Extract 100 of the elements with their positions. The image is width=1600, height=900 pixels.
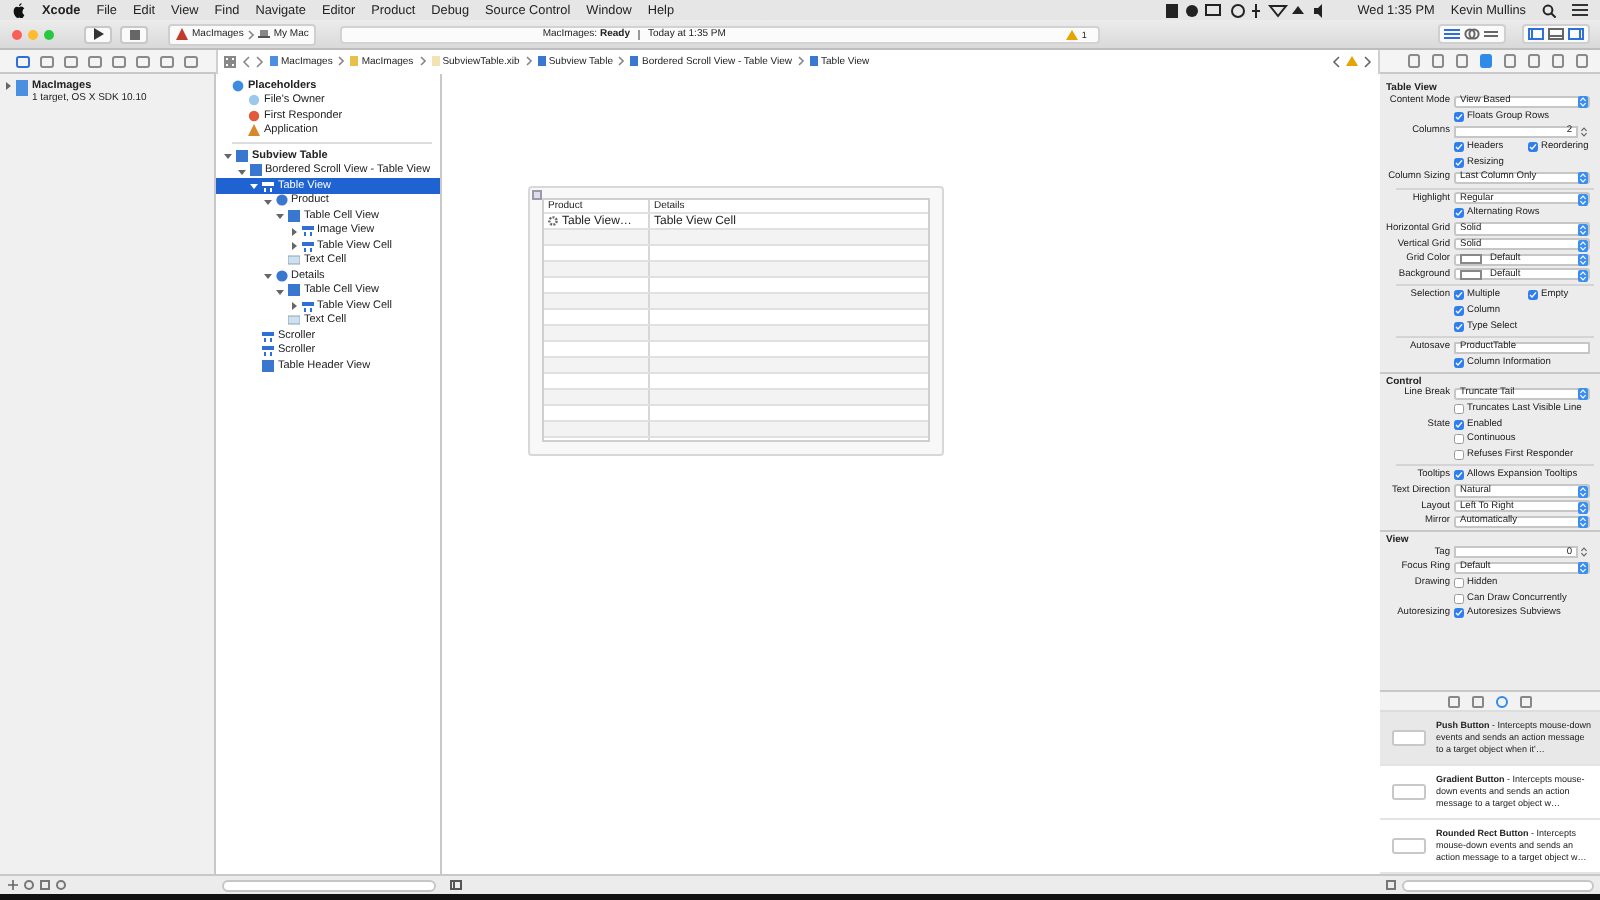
view-icon xyxy=(262,359,274,372)
responder-icon xyxy=(248,109,260,122)
checkbox-icon[interactable] xyxy=(1454,142,1464,153)
inspector-tab-icon[interactable] xyxy=(1552,54,1564,68)
clock-icon[interactable] xyxy=(24,880,34,890)
inspector-tab-icon[interactable] xyxy=(1480,54,1492,68)
checkbox-icon[interactable] xyxy=(1454,111,1464,122)
run-button[interactable] xyxy=(84,25,112,43)
checkbox-icon[interactable] xyxy=(1454,608,1464,619)
chevron-icon xyxy=(338,56,345,66)
navigator-tab-icon[interactable] xyxy=(64,55,78,67)
checkbox-icon[interactable] xyxy=(1454,593,1464,604)
view-icon xyxy=(288,209,300,222)
app-icon xyxy=(248,124,260,137)
navigator-tab-icon[interactable] xyxy=(88,55,102,67)
chevron-icon xyxy=(419,56,426,66)
window-controls-drawing[interactable] xyxy=(10,27,56,41)
checkbox-icon[interactable] xyxy=(1454,449,1464,460)
inspector-tab-icon[interactable] xyxy=(1576,54,1588,68)
editor-mode-control[interactable] xyxy=(1438,24,1506,44)
disclosure-triangle-icon[interactable] xyxy=(263,272,271,281)
warning-icon[interactable] xyxy=(1065,29,1078,39)
checkbox-icon[interactable] xyxy=(1454,470,1464,481)
checkbox-icon[interactable] xyxy=(1454,306,1464,317)
warning-icon[interactable] xyxy=(1346,56,1358,66)
text-cell-icon xyxy=(288,314,300,327)
popup-arrows-icon xyxy=(1578,172,1588,185)
inspector-tab-icon[interactable] xyxy=(1504,54,1516,68)
inspector-tab-icon[interactable] xyxy=(1456,54,1468,68)
disclosure-triangle-icon[interactable] xyxy=(4,82,12,90)
grip-icon xyxy=(532,190,542,200)
disclosure-triangle-icon[interactable] xyxy=(237,167,245,176)
filter-field[interactable] xyxy=(1402,879,1594,891)
left-panel-icon xyxy=(1528,28,1544,40)
inspector-tab-icon[interactable] xyxy=(1432,54,1444,68)
library-tab-icon[interactable] xyxy=(1448,695,1460,707)
grid-icon[interactable] xyxy=(1386,880,1396,890)
disclosure-triangle-icon[interactable] xyxy=(289,242,297,251)
disclosure-triangle-icon[interactable] xyxy=(276,287,284,296)
search-icon[interactable] xyxy=(1542,3,1556,17)
forward-icon[interactable] xyxy=(256,55,264,67)
library-tab-icon[interactable] xyxy=(1472,695,1484,707)
circles-icon xyxy=(1464,28,1480,40)
navigator-tab-icon[interactable] xyxy=(136,55,150,67)
apple-logo-icon[interactable] xyxy=(12,2,26,18)
popup-arrows-icon xyxy=(1578,562,1588,575)
color-swatch-icon xyxy=(1460,269,1482,280)
stepper-icon[interactable] xyxy=(1580,125,1588,138)
disclosure-triangle-icon[interactable] xyxy=(276,212,284,221)
checkbox-icon[interactable] xyxy=(1454,403,1464,414)
disclosure-triangle-icon[interactable] xyxy=(263,197,271,206)
disclosure-triangle-icon[interactable] xyxy=(289,227,297,236)
back-icon[interactable] xyxy=(242,55,250,67)
list-icon[interactable] xyxy=(1572,4,1588,16)
grid-icon[interactable] xyxy=(40,880,50,890)
checkbox-icon[interactable] xyxy=(1454,290,1464,301)
button-preview-icon xyxy=(1392,784,1426,800)
grid-icon[interactable] xyxy=(224,55,236,67)
play-icon xyxy=(93,28,103,40)
disclosure-triangle-icon[interactable] xyxy=(289,302,297,311)
bottom-panel-icon xyxy=(1548,28,1564,40)
sidebar-toggle-icon[interactable] xyxy=(450,880,462,890)
chevron-icon xyxy=(798,56,805,66)
previous-issue-icon[interactable] xyxy=(1332,55,1340,67)
checkbox-icon[interactable] xyxy=(1454,157,1464,168)
checkbox-icon[interactable] xyxy=(1528,290,1538,301)
checkbox-icon[interactable] xyxy=(1454,577,1464,588)
column-icon xyxy=(275,194,287,207)
inspector-tab-icon[interactable] xyxy=(1408,54,1420,68)
button-preview-icon xyxy=(1392,838,1426,854)
right-panel-icon xyxy=(1568,28,1584,40)
filter-icon[interactable] xyxy=(56,880,66,890)
color-swatch-icon xyxy=(1460,254,1482,265)
gear-icon xyxy=(548,216,558,226)
popup-arrows-icon xyxy=(1578,96,1588,109)
navigator-tab-icon[interactable] xyxy=(16,55,30,67)
disclosure-triangle-icon[interactable] xyxy=(224,152,232,161)
inspector-tab-icon[interactable] xyxy=(1528,54,1540,68)
disclosure-triangle-icon[interactable] xyxy=(250,182,258,191)
stop-button[interactable] xyxy=(120,25,148,43)
filter-field[interactable] xyxy=(222,879,436,891)
navigator-tab-icon[interactable] xyxy=(112,55,126,67)
hammer-icon xyxy=(176,28,188,40)
stepper-icon[interactable] xyxy=(1580,546,1588,559)
library-tab-icon[interactable] xyxy=(1496,695,1508,707)
next-issue-icon[interactable] xyxy=(1364,55,1372,67)
navigator-tab-icon[interactable] xyxy=(40,55,54,67)
checkbox-icon[interactable] xyxy=(1528,142,1538,153)
laptop-icon xyxy=(257,30,270,38)
checkbox-icon[interactable] xyxy=(1454,434,1464,445)
panel-toggle-control[interactable] xyxy=(1522,24,1590,44)
lines-icon xyxy=(1444,28,1460,40)
add-icon[interactable] xyxy=(8,880,18,890)
checkbox-icon[interactable] xyxy=(1454,208,1464,219)
navigator-tab-icon[interactable] xyxy=(160,55,174,67)
checkbox-icon[interactable] xyxy=(1454,357,1464,368)
library-tab-icon[interactable] xyxy=(1520,695,1532,707)
navigator-tab-icon[interactable] xyxy=(184,55,198,67)
checkbox-icon[interactable] xyxy=(1454,321,1464,332)
checkbox-icon[interactable] xyxy=(1454,419,1464,430)
